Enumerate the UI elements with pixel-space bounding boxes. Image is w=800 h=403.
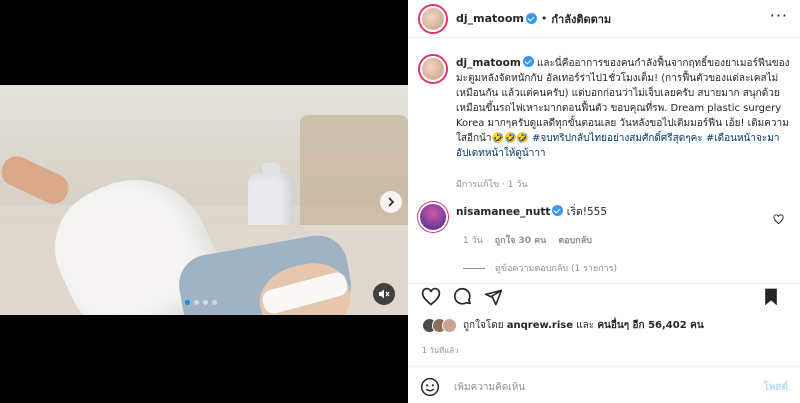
muted-icon xyxy=(379,289,390,299)
bookmark-icon xyxy=(765,288,777,306)
comment-age: 1 วัน xyxy=(463,236,483,246)
caption-username[interactable]: dj_matoom xyxy=(456,57,521,69)
comment-text: เริ่ด!555 xyxy=(566,206,608,218)
carousel-dot xyxy=(203,300,208,305)
avatar[interactable] xyxy=(420,204,446,230)
reply-button[interactable]: ตอบกลับ xyxy=(558,233,592,247)
share-button[interactable] xyxy=(482,286,504,308)
carousel-dot xyxy=(194,300,199,305)
heart-icon xyxy=(773,214,784,225)
comment-input[interactable] xyxy=(454,381,734,393)
carousel-dot xyxy=(212,300,217,305)
likes-others[interactable]: คนอื่นๆ อีก 56,402 คน xyxy=(597,318,703,333)
verified-icon xyxy=(552,205,564,216)
comment-username[interactable]: nisamanee_nutt xyxy=(456,206,550,218)
comment-icon xyxy=(453,287,471,305)
post-timestamp[interactable]: 1 วันที่แล้ว xyxy=(422,345,459,357)
divider xyxy=(408,366,800,367)
comment-like-button[interactable] xyxy=(773,210,784,229)
post-viewer: dj_matoom • กำลังติดตาม ··· dj_matoom แล… xyxy=(0,0,800,403)
post-caption: dj_matoom และนี่คืออาการของคนกำลังฟื้นจา… xyxy=(420,56,790,161)
following-button[interactable]: กำลังติดตาม xyxy=(551,10,611,28)
post-comment-button[interactable]: โพสต์ xyxy=(763,380,788,395)
like-button[interactable] xyxy=(420,286,442,308)
comment-item: nisamanee_nutt เริ่ด!555 xyxy=(420,204,790,230)
post-header: dj_matoom • กำลังติดตาม ··· xyxy=(408,0,800,38)
more-options-button[interactable]: ··· xyxy=(770,8,788,24)
emoji-icon[interactable] xyxy=(420,377,440,397)
separator: • xyxy=(540,12,548,25)
avatar[interactable] xyxy=(420,56,446,82)
post-video[interactable] xyxy=(0,85,408,315)
save-button[interactable] xyxy=(760,286,782,308)
action-bar xyxy=(420,286,790,308)
next-media-button[interactable] xyxy=(380,191,402,213)
media-area xyxy=(0,0,408,403)
comment-meta: 1 วัน ถูกใจ 30 คน ตอบกลับ xyxy=(463,233,592,247)
author-username[interactable]: dj_matoom xyxy=(456,12,524,25)
verified-icon xyxy=(525,13,537,24)
liker-username[interactable]: anqrew.rise xyxy=(507,320,573,331)
comment-composer: โพสต์ xyxy=(420,374,790,400)
comment-button[interactable] xyxy=(452,286,474,308)
view-replies-button[interactable]: ดูข้อความตอบกลับ (1 รายการ) xyxy=(463,261,617,275)
likes-connector: และ xyxy=(576,320,595,331)
likes-summary: ถูกใจโดย anqrew.rise และ คนอื่นๆ อีก 56,… xyxy=(422,318,704,333)
comment-likes[interactable]: ถูกใจ 30 คน xyxy=(495,233,547,247)
view-replies-label: ดูข้อความตอบกลับ (1 รายการ) xyxy=(495,264,618,274)
carousel-dot xyxy=(185,300,190,305)
mute-button[interactable] xyxy=(373,283,395,305)
post-details-panel: dj_matoom • กำลังติดตาม ··· dj_matoom แล… xyxy=(408,0,800,403)
share-icon xyxy=(484,289,502,305)
verified-icon xyxy=(522,56,534,67)
carousel-dots xyxy=(185,300,217,305)
divider xyxy=(408,283,800,284)
avatar xyxy=(442,318,457,333)
heart-icon xyxy=(421,287,441,306)
edited-label: มีการแก้ไข · 1 วัน xyxy=(456,180,528,190)
avatar[interactable] xyxy=(420,5,446,32)
liker-avatars xyxy=(422,318,457,333)
chevron-right-icon xyxy=(388,197,395,207)
caption-text: และนี่คืออาการของคนกำลังฟื้นจากฤทธิ์ของย… xyxy=(456,58,790,144)
likes-prefix: ถูกใจโดย xyxy=(463,320,504,331)
